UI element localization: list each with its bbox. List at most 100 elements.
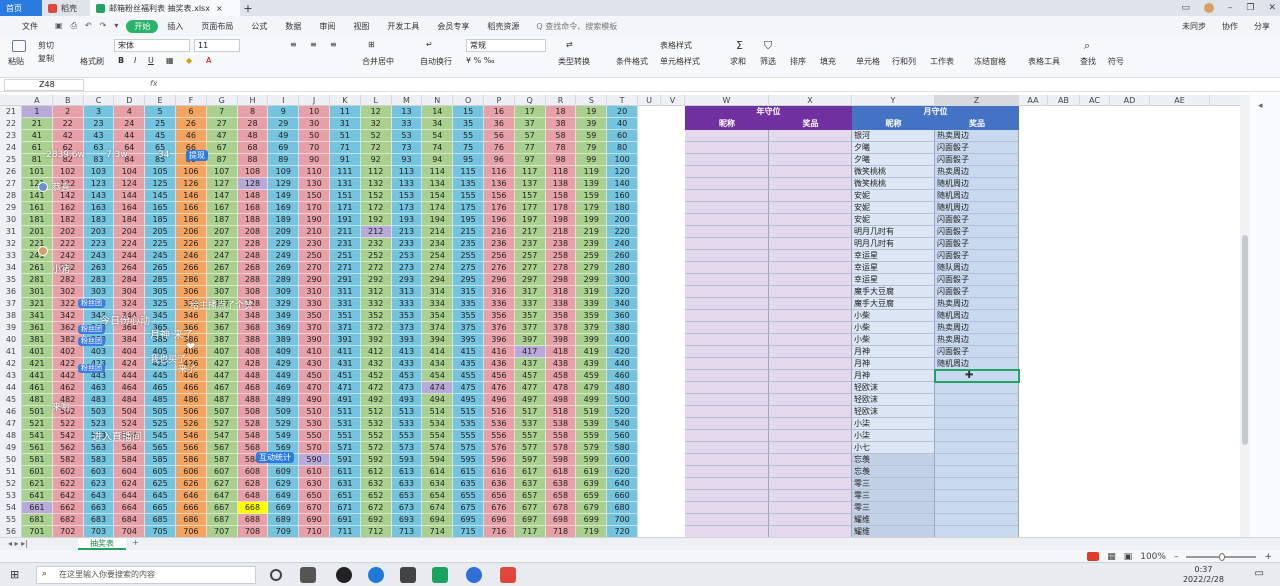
number-cell[interactable]: 647 [206, 490, 238, 502]
month-prize-cell[interactable]: 闪面骰子 [935, 250, 1019, 262]
number-cell[interactable]: 427 [206, 358, 238, 370]
year-table-cell[interactable] [769, 490, 852, 502]
number-cell[interactable]: 669 [268, 502, 300, 514]
number-cell[interactable]: 347 [206, 310, 238, 322]
number-cell[interactable]: 687 [206, 514, 238, 526]
number-cell[interactable]: 25 [145, 118, 176, 130]
number-cell[interactable]: 128 [237, 178, 269, 190]
number-cell[interactable]: 75 [453, 142, 484, 154]
month-prize-cell[interactable] [935, 430, 1019, 442]
number-cell[interactable]: 253 [391, 250, 423, 262]
number-cell[interactable]: 631 [330, 478, 361, 490]
number-cell[interactable]: 537 [514, 418, 546, 430]
sheet-nav-icon[interactable]: ◂ ▸ ▸| [8, 539, 28, 548]
row-header[interactable]: 47 [0, 418, 22, 430]
number-cell[interactable]: 684 [114, 514, 146, 526]
number-cell[interactable]: 205 [145, 226, 176, 238]
number-cell[interactable]: 582 [52, 454, 84, 466]
number-cell[interactable]: 586 [176, 454, 207, 466]
number-cell[interactable]: 514 [422, 406, 454, 418]
number-cell[interactable]: 36 [484, 118, 515, 130]
number-cell[interactable]: 692 [360, 514, 392, 526]
number-cell[interactable]: 209 [268, 226, 300, 238]
number-cell[interactable]: 558 [545, 430, 577, 442]
row-header[interactable]: 36 [0, 286, 22, 298]
number-cell[interactable]: 12 [360, 106, 392, 118]
number-cell[interactable]: 416 [484, 346, 515, 358]
number-cell[interactable]: 650 [299, 490, 330, 502]
number-cell[interactable]: 475 [453, 382, 484, 394]
year-table-cell[interactable] [769, 454, 852, 466]
number-cell[interactable]: 678 [545, 502, 577, 514]
number-cell[interactable]: 204 [114, 226, 146, 238]
number-cell[interactable]: 453 [391, 370, 423, 382]
number-cell[interactable]: 188 [237, 214, 269, 226]
number-cell[interactable]: 599 [576, 454, 608, 466]
month-prize-cell[interactable] [935, 442, 1019, 454]
number-cell[interactable]: 664 [114, 502, 146, 514]
number-cell[interactable]: 26 [176, 118, 207, 130]
number-cell[interactable]: 227 [206, 238, 238, 250]
number-cell[interactable]: 587 [206, 454, 238, 466]
number-cell[interactable]: 644 [114, 490, 146, 502]
taskbar-search-input[interactable]: 在这里输入你要搜索的内容 [36, 566, 256, 584]
number-cell[interactable]: 170 [299, 202, 330, 214]
number-cell[interactable]: 649 [268, 490, 300, 502]
column-header[interactable]: Z [935, 95, 1019, 106]
number-cell[interactable]: 316 [484, 286, 515, 298]
number-cell[interactable]: 45 [145, 130, 176, 142]
fill-color-icon[interactable]: ◆ [186, 56, 192, 65]
freeze-panes-button[interactable]: 冻结窗格 [974, 56, 1006, 67]
row-header[interactable]: 53 [0, 490, 22, 502]
number-cell[interactable]: 136 [484, 178, 515, 190]
number-cell[interactable]: 163 [83, 202, 115, 214]
number-cell[interactable]: 600 [607, 454, 638, 466]
number-cell[interactable]: 421 [22, 358, 53, 370]
number-cell[interactable]: 242 [52, 250, 84, 262]
year-table-cell[interactable] [685, 262, 769, 274]
number-cell[interactable]: 688 [237, 514, 269, 526]
number-cell[interactable]: 339 [576, 298, 608, 310]
number-cell[interactable]: 273 [391, 262, 423, 274]
wrap-text-button[interactable]: 自动换行 [420, 56, 452, 67]
prize-table[interactable]: 年守位 月守位 昵称 奖品 昵称 奖品 银河 热卖周边 夕曦 闪面骰子 夕曦 闪面骰子 微笑桃桃 热卖周边… [685, 106, 1020, 538]
number-cell[interactable]: 628 [237, 478, 269, 490]
number-cell[interactable]: 431 [330, 358, 361, 370]
number-cell[interactable]: 297 [514, 274, 546, 286]
number-cell[interactable]: 111 [330, 166, 361, 178]
notification-icon[interactable]: ▭ [1255, 568, 1264, 579]
number-cell[interactable]: 598 [545, 454, 577, 466]
number-cell[interactable]: 60 [607, 130, 638, 142]
number-cell[interactable]: 152 [360, 190, 392, 202]
number-cell[interactable]: 259 [576, 250, 608, 262]
close-window-icon[interactable]: ✕ [1268, 3, 1276, 13]
month-prize-cell[interactable] [935, 490, 1019, 502]
number-cell[interactable]: 18 [545, 106, 577, 118]
number-cell[interactable]: 579 [576, 442, 608, 454]
number-cell[interactable]: 540 [607, 418, 638, 430]
number-cell[interactable]: 520 [607, 406, 638, 418]
interaction-stats-button[interactable]: 互动统计 [256, 452, 294, 463]
number-cell[interactable]: 179 [576, 202, 608, 214]
menu-file[interactable]: 文件 [0, 21, 47, 32]
month-prize-cell[interactable]: 随机周边 [935, 190, 1019, 202]
number-cell[interactable]: 675 [453, 502, 484, 514]
number-cell[interactable]: 264 [114, 262, 146, 274]
year-table-cell[interactable] [685, 478, 769, 490]
number-cell[interactable]: 531 [330, 418, 361, 430]
number-cell[interactable]: 112 [360, 166, 392, 178]
month-nickname-cell[interactable]: 忘羡 [852, 454, 935, 466]
number-cell[interactable]: 690 [299, 514, 330, 526]
number-cell[interactable]: 244 [114, 250, 146, 262]
month-prize-cell[interactable]: 闪面骰子 [935, 226, 1019, 238]
number-cell[interactable]: 592 [360, 454, 392, 466]
number-cell[interactable]: 530 [299, 418, 330, 430]
number-cell[interactable]: 372 [360, 322, 392, 334]
number-cell[interactable]: 201 [22, 226, 53, 238]
row-header[interactable]: 30 [0, 214, 22, 226]
number-cell[interactable]: 374 [422, 322, 454, 334]
number-cell[interactable]: 460 [607, 370, 638, 382]
column-header[interactable]: T [607, 95, 638, 106]
number-cell[interactable]: 222 [52, 238, 84, 250]
number-cell[interactable]: 115 [453, 166, 484, 178]
